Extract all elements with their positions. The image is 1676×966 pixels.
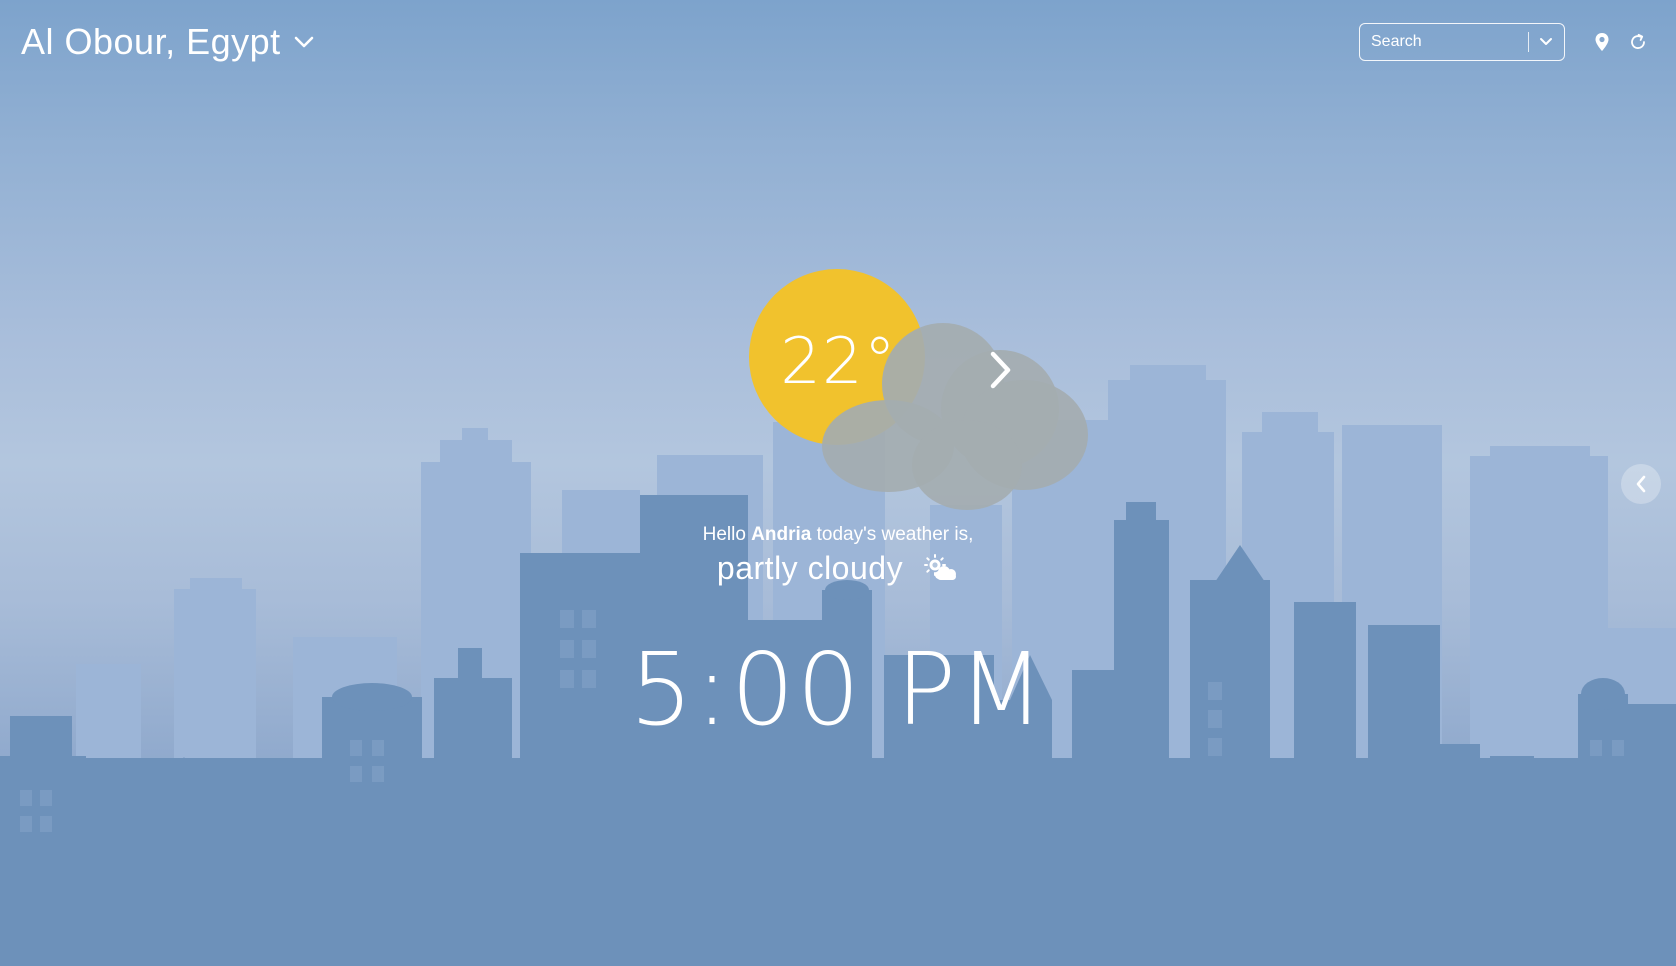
chevron-down-icon[interactable] <box>293 35 315 54</box>
chevron-left-icon <box>1636 475 1646 493</box>
greeting: Hello Andria today's weather is, <box>560 523 1116 547</box>
condition-text: partly cloudy <box>716 550 904 586</box>
search-box <box>1359 23 1565 61</box>
refresh-icon[interactable] <box>1626 30 1650 54</box>
temperature: 22° <box>780 325 897 399</box>
current-time: 5:00 PM <box>629 631 1047 748</box>
location-name: Al Obour, Egypt <box>21 21 281 62</box>
greeting-prefix: Hello <box>702 524 752 545</box>
user-name: Andria <box>751 524 812 545</box>
weather-graphic: 22° <box>740 260 1100 510</box>
cloud-shape <box>912 420 1022 510</box>
next-forecast-button[interactable] <box>980 345 1020 395</box>
chevron-right-icon <box>990 351 1011 389</box>
map-pin-icon[interactable] <box>1590 30 1614 54</box>
weather-condition: partly cloudy <box>560 548 1116 588</box>
chevron-down-icon <box>1540 38 1553 45</box>
search-dropdown-button[interactable] <box>1529 25 1564 59</box>
location-selector[interactable]: Al Obour, Egypt <box>21 20 315 64</box>
greeting-suffix: today's weather is, <box>811 524 974 545</box>
search-input[interactable] <box>1360 24 1528 60</box>
weather-app: Al Obour, Egypt 22° Hello Andria today's… <box>0 0 1676 966</box>
side-panel-toggle[interactable] <box>1621 464 1661 504</box>
sun-cloud-icon <box>924 554 957 580</box>
